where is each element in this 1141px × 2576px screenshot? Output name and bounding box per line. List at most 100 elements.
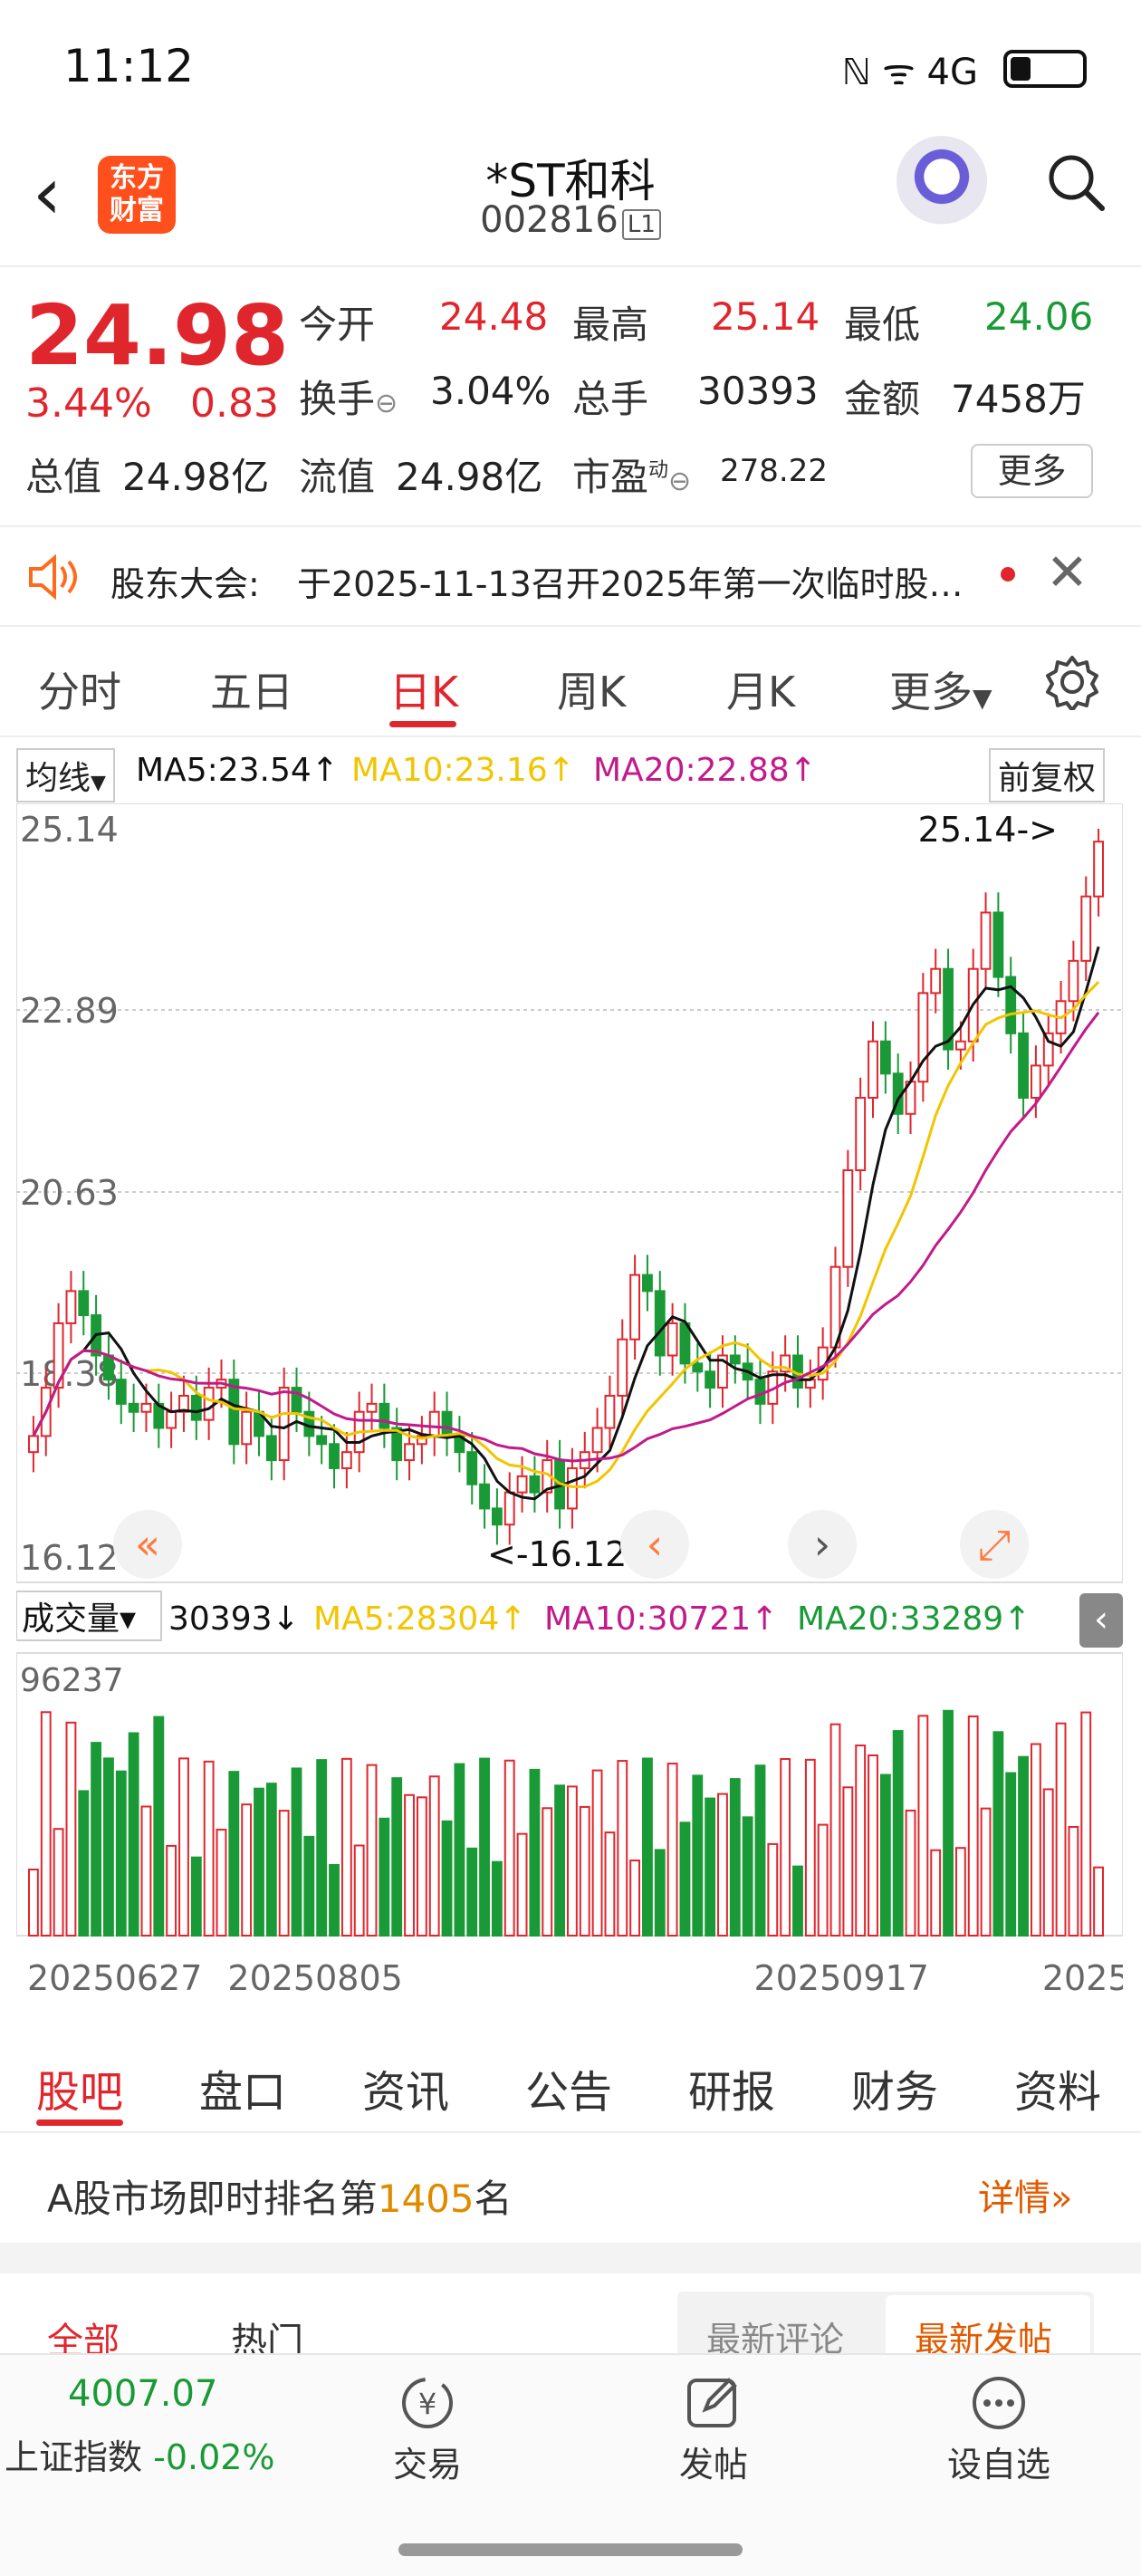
adjust-mode-button[interactable]: 前复权 <box>989 748 1106 803</box>
home-indicator <box>398 2543 743 2556</box>
open-label: 今开 <box>299 303 376 347</box>
tab-profile[interactable]: 资料 <box>1014 2056 1101 2119</box>
candle-body <box>666 1322 678 1357</box>
low-value: 24.06 <box>984 294 1094 339</box>
settings-gear-icon[interactable] <box>1044 654 1100 710</box>
scroll-left-fast-button: « <box>135 1520 160 1569</box>
volume-bar <box>228 1771 240 1937</box>
volume-bar <box>329 1864 340 1937</box>
volume-bar <box>817 1823 829 1937</box>
volume-bar <box>166 1844 177 1937</box>
volume-bar <box>216 1828 227 1937</box>
volume-bar <box>629 1860 641 1937</box>
status-bar: 11:12 ℕ ᯤ 4G <box>0 0 1141 136</box>
volume-bar <box>679 1821 691 1937</box>
index-quote[interactable]: 上证指数 -0.02% <box>5 2429 275 2479</box>
tab-announcements[interactable]: 公告 <box>525 2056 612 2119</box>
candle-body <box>128 1402 139 1413</box>
status-time: 11:12 <box>63 40 195 92</box>
y-tick-label: 22.89 <box>20 991 119 1031</box>
tab-five-day[interactable]: 五日 <box>210 659 293 719</box>
vol-ma5-legend: MA5:28304↑ <box>313 1600 526 1638</box>
tab-research[interactable]: 研报 <box>688 2056 775 2119</box>
nav-post[interactable]: 发帖 <box>641 2373 786 2486</box>
content-tab-indicator <box>36 2119 123 2126</box>
assistant-avatar-icon[interactable] <box>896 136 987 226</box>
candle-body <box>679 1322 691 1365</box>
tab-more[interactable]: 更多▼ <box>889 659 992 719</box>
tab-news[interactable]: 资讯 <box>362 2056 449 2119</box>
tab-pankou[interactable]: 盘口 <box>199 2056 286 2119</box>
y-tick-label: 16.12 <box>20 1538 119 1578</box>
volume-bar <box>705 1797 716 1937</box>
volume-bar <box>780 1757 791 1937</box>
volume-bar <box>91 1742 102 1937</box>
y-tick-label: 25.14 <box>20 810 119 850</box>
volume-bar <box>254 1787 264 1937</box>
nav-add-watchlist[interactable]: 设自选 <box>926 2373 1071 2486</box>
tab-daily-k[interactable]: 日K <box>389 659 458 719</box>
volume-bar <box>666 1763 678 1937</box>
volume-bar <box>1005 1772 1017 1937</box>
nav-trade[interactable]: ¥ 交易 <box>355 2373 500 2486</box>
sort-latest-comment[interactable]: 最新评论 <box>706 2312 844 2353</box>
volume-bar <box>879 1773 891 1937</box>
tab-guba[interactable]: 股吧 <box>36 2056 123 2119</box>
volume-bar <box>140 1805 152 1937</box>
index-value[interactable]: 4007.07 <box>68 2373 217 2415</box>
more-button[interactable]: 更多 <box>971 444 1093 498</box>
volume-bar <box>917 1715 929 1937</box>
tab-financials[interactable]: 财务 <box>851 2056 938 2119</box>
tab-intraday[interactable]: 分时 <box>38 659 121 719</box>
candle-body <box>404 1443 415 1462</box>
volume-bar <box>542 1807 553 1937</box>
volume-bar <box>178 1757 189 1937</box>
trade-yen-icon: ¥ <box>402 2378 453 2428</box>
ma-legend: 均线▼ MA5:23.54↑ MA10:23.16↑ MA20:22.88↑ 前… <box>0 741 1141 803</box>
search-icon[interactable] <box>1046 152 1106 212</box>
rank-detail-link[interactable]: 详情» <box>978 2168 1072 2221</box>
volume-bar <box>391 1777 403 1937</box>
pe-label: 市盈动⊖ <box>572 455 692 499</box>
candle-body <box>1018 1032 1029 1099</box>
notice-label: 股东大会: <box>110 564 260 604</box>
candle-body <box>954 1040 966 1051</box>
volume-bar <box>868 1754 878 1937</box>
content-tabs: 股吧 盘口 资讯 公告 研报 财务 资料 <box>0 2029 1141 2133</box>
min-price-marker: <-16.12 <box>487 1534 627 1574</box>
candle-body <box>203 1387 215 1421</box>
candle-body <box>879 1040 891 1075</box>
volume-bar <box>291 1767 302 1937</box>
tab-weekly-k[interactable]: 周K <box>557 659 626 719</box>
volume-bar <box>930 1849 942 1937</box>
sort-latest-post[interactable]: 最新发帖 <box>915 2312 1052 2353</box>
x-tick-label: 20250805 <box>227 1958 402 1998</box>
kline-chart[interactable]: 25.1422.8920.6318.3816.1225.14-><-16.12«… <box>16 803 1123 2032</box>
volume-bar <box>529 1768 541 1937</box>
edit-post-icon <box>687 2378 737 2427</box>
collapse-indicator-icon: ‹ <box>1094 1599 1108 1640</box>
volume-bar <box>654 1849 666 1937</box>
volume-bar <box>717 1793 728 1937</box>
volume-bar <box>1030 1743 1041 1937</box>
volume-bar <box>441 1820 453 1937</box>
volume-bar <box>340 1757 352 1937</box>
close-icon[interactable]: ✕ <box>1046 543 1088 602</box>
candle-body <box>617 1338 628 1397</box>
notice-bar[interactable]: 股东大会: 于2025-11-13召开2025年第一次临时股… ✕ <box>0 525 1141 627</box>
volume-bar <box>103 1757 114 1937</box>
candle-body <box>868 1040 878 1099</box>
volume-bar <box>479 1757 490 1937</box>
volume-bar <box>905 1809 916 1937</box>
indicator-mode-dropdown[interactable]: 均线▼ <box>16 748 115 803</box>
candle-body <box>479 1483 490 1510</box>
tab-monthly-k[interactable]: 月K <box>726 659 795 719</box>
quote-panel: 24.98 3.44% 0.83 今开 24.48 最高 25.14 最低 24… <box>0 267 1141 521</box>
volume-bar <box>1018 1755 1029 1937</box>
candle-body <box>340 1451 352 1469</box>
volume-bar <box>742 1816 753 1937</box>
filter-all[interactable]: 全部 <box>47 2312 120 2353</box>
open-value: 24.48 <box>439 294 549 339</box>
rank-text: A股市场即时排名第1405名 <box>47 2177 513 2221</box>
filter-hot[interactable]: 热门 <box>231 2312 303 2353</box>
